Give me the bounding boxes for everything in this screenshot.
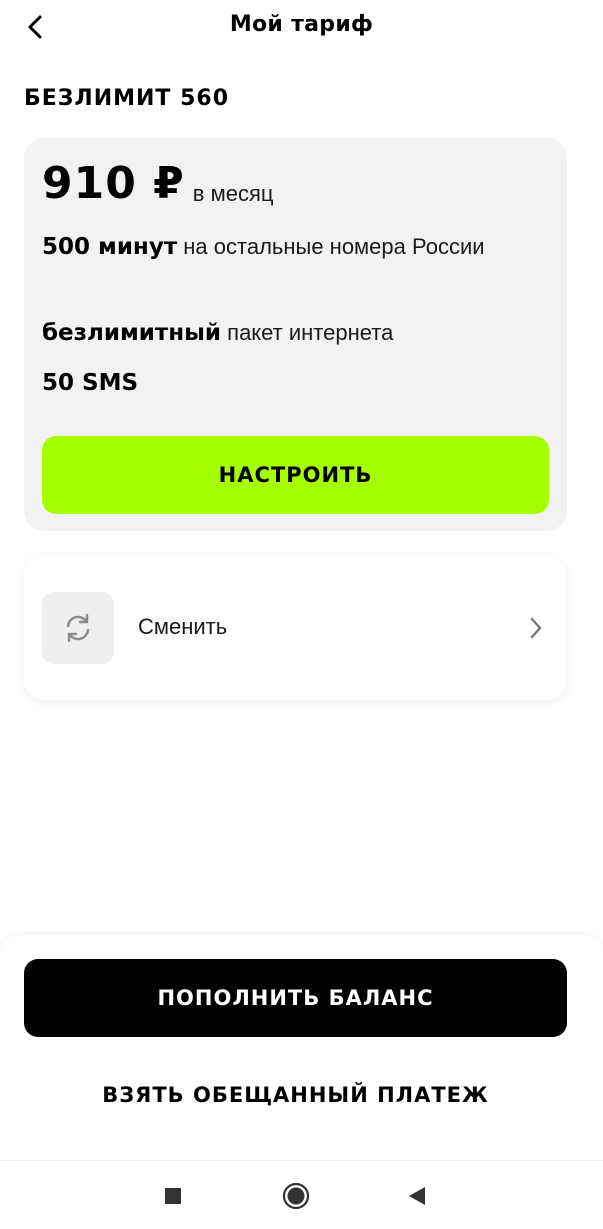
feature-internet: безлимитный пакет интернета: [42, 316, 542, 350]
home-button[interactable]: [281, 1181, 311, 1211]
system-back-button[interactable]: [402, 1181, 432, 1211]
chevron-right-icon: [530, 617, 542, 639]
topup-balance-button[interactable]: ПОПОЛНИТЬ БАЛАНС: [24, 959, 567, 1037]
promised-payment-button[interactable]: ВЗЯТЬ ОБЕЩАННЫЙ ПЛАТЕЖ: [24, 1075, 567, 1115]
change-icon-box: [42, 592, 114, 664]
feature-sms-value: 50 SMS: [42, 370, 139, 396]
feature-sms: 50 SMS: [42, 366, 542, 400]
feature-minutes-value: 500 минут: [42, 234, 178, 260]
back-triangle-icon: [409, 1187, 425, 1205]
feature-internet-text: пакет интернета: [221, 320, 394, 345]
price-unit: в месяц: [192, 181, 274, 206]
feature-minutes: 500 минут на остальные номера России: [42, 230, 542, 264]
tariff-name: БЕЗЛИМИТ 560: [24, 86, 230, 111]
home-circle-icon: [282, 1182, 310, 1210]
system-nav-bar: [0, 1160, 603, 1229]
feature-internet-value: безлимитный: [42, 320, 222, 346]
page-title: Мой тариф: [229, 12, 374, 37]
refresh-icon: [66, 613, 90, 643]
configure-button[interactable]: НАСТРОИТЬ: [42, 436, 549, 514]
price-row: 910 ₽ в месяц: [42, 162, 273, 206]
change-chevron: [529, 616, 543, 645]
recent-apps-button[interactable]: [158, 1181, 188, 1211]
tariff-card: 910 ₽ в месяц 500 минут на остальные ном…: [24, 138, 567, 531]
feature-minutes-text: на остальные номера России: [177, 234, 485, 259]
change-label: Сменить: [138, 614, 228, 639]
bottom-actions: ПОПОЛНИТЬ БАЛАНС ВЗЯТЬ ОБЕЩАННЫЙ ПЛАТЕЖ: [0, 935, 603, 1160]
tariff-price: 910 ₽: [42, 158, 185, 209]
app-header: Мой тариф: [0, 0, 603, 56]
change-tariff-row[interactable]: Сменить: [24, 556, 567, 700]
square-icon: [165, 1188, 181, 1204]
